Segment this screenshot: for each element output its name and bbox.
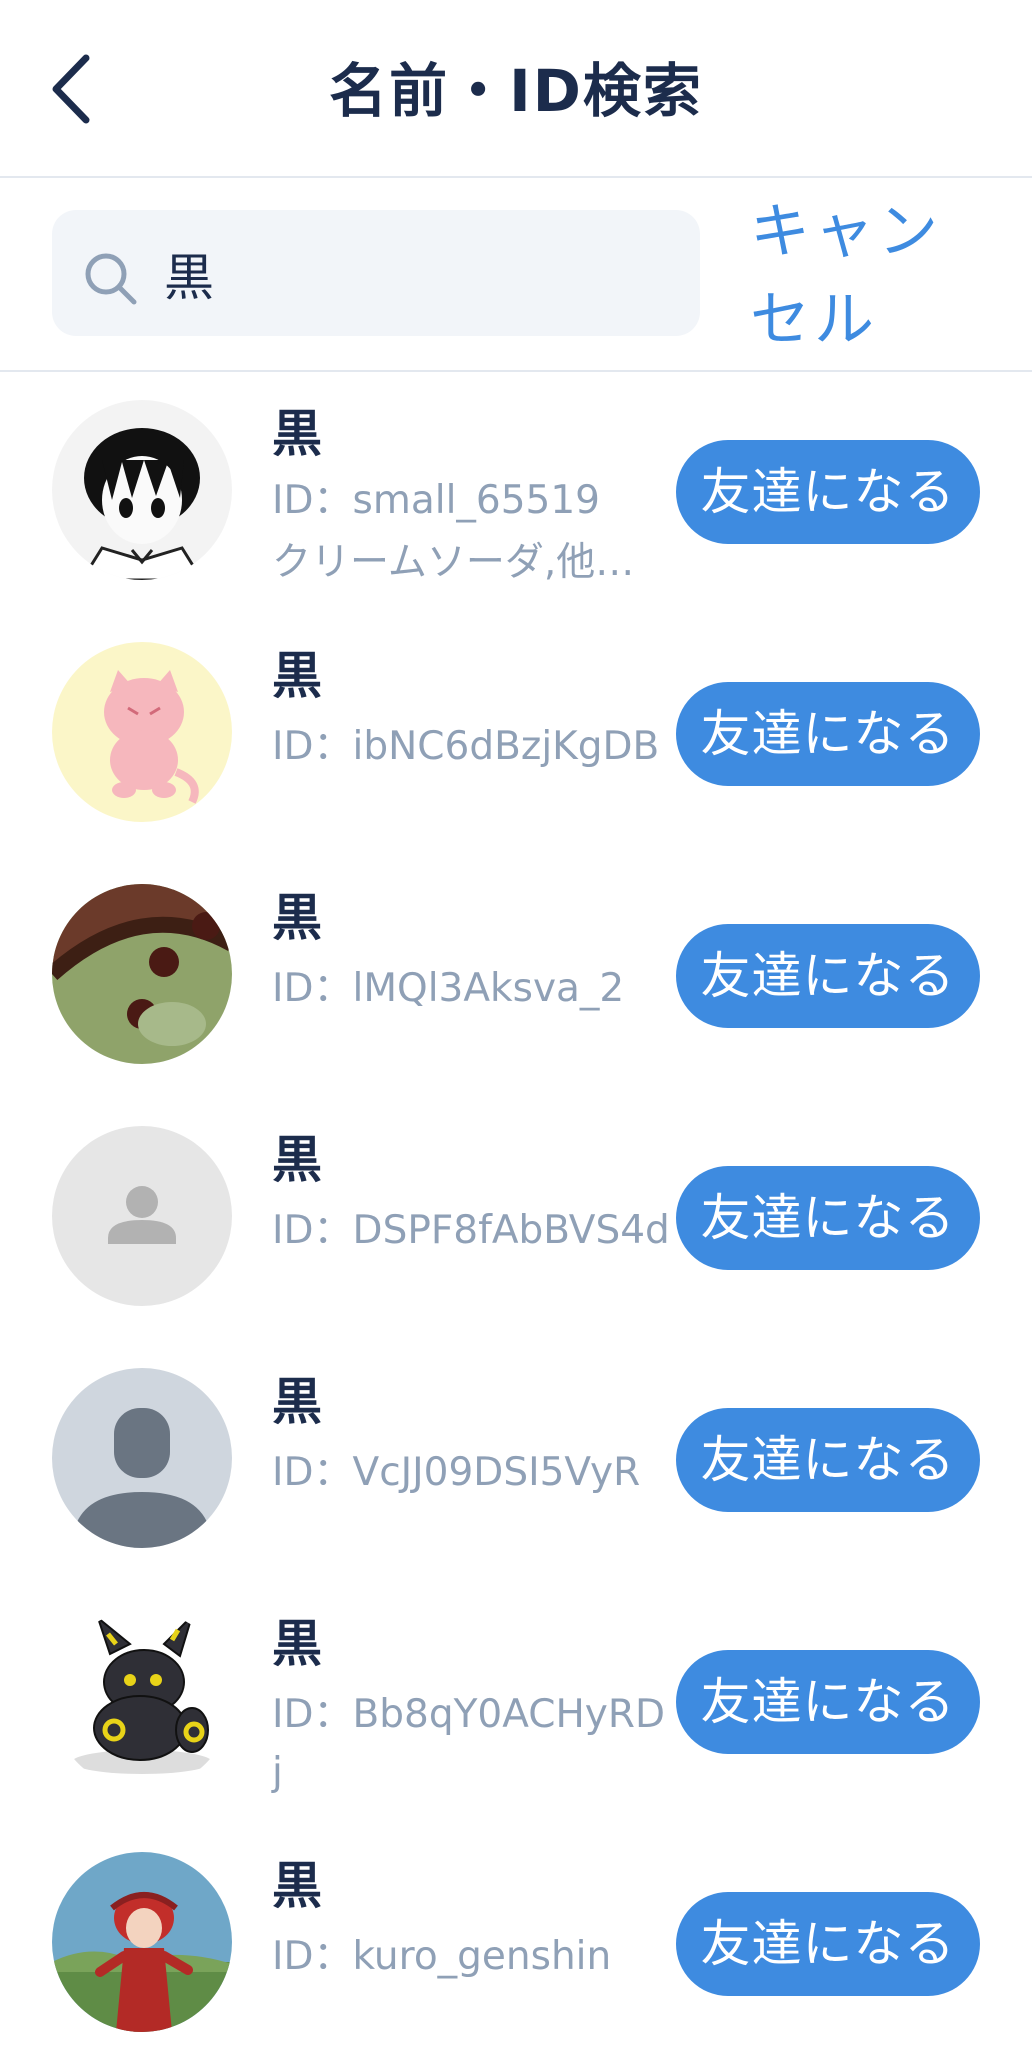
add-friend-button[interactable]: 友達になる xyxy=(676,1650,980,1754)
avatar[interactable] xyxy=(52,884,232,1064)
header: 名前・ID検索 xyxy=(0,0,1032,178)
user-name: 黒 xyxy=(272,889,322,947)
add-friend-button[interactable]: 友達になる xyxy=(676,682,980,786)
user-name: 黒 xyxy=(272,1615,322,1673)
default-avatar-icon xyxy=(52,1126,232,1306)
avatar[interactable] xyxy=(52,1852,232,2032)
user-id: ID：lMQl3Aksva_2 xyxy=(272,966,625,1011)
list-item: 黒 ID：ibNC6dBzjKgDB 友達になる xyxy=(0,614,1032,856)
avatar-image xyxy=(52,400,232,580)
list-item: 黒 ID：VcJJ09DSI5VyR 友達になる xyxy=(0,1340,1032,1582)
avatar-image xyxy=(52,642,232,822)
search-input[interactable] xyxy=(162,228,686,320)
user-id: ID：ibNC6dBzjKgDB xyxy=(272,724,660,769)
user-id: ID：DSPF8fAbBVS4d xyxy=(272,1208,670,1253)
cancel-button[interactable]: キャンセル xyxy=(750,188,990,364)
user-id: ID：small_65519 xyxy=(272,478,600,523)
add-friend-button[interactable]: 友達になる xyxy=(676,1166,980,1270)
page-title: 名前・ID検索 xyxy=(329,57,703,125)
avatar[interactable] xyxy=(52,1126,232,1306)
avatar[interactable] xyxy=(52,400,232,580)
user-id: ID：VcJJ09DSI5VyR xyxy=(272,1450,641,1495)
add-friend-button[interactable]: 友達になる xyxy=(676,440,980,544)
user-id: ID：kuro_genshin xyxy=(272,1934,612,1979)
list-item: 黒 ID：lMQl3Aksva_2 友達になる xyxy=(0,856,1032,1098)
results-list: 黒 ID：small_65519 クリームソーダ,他… 友達になる 黒 ID：i… xyxy=(0,372,1032,2066)
user-name: 黒 xyxy=(272,647,322,705)
list-item: 黒 ID：kuro_genshin 友達になる xyxy=(0,1824,1032,2066)
avatar[interactable] xyxy=(52,1610,232,1790)
user-id: ID：Bb8qY0ACHyRDj xyxy=(272,1692,666,1795)
default-avatar-icon xyxy=(52,1368,232,1548)
avatar-image xyxy=(52,884,232,1064)
user-name: 黒 xyxy=(272,1373,322,1431)
add-friend-button[interactable]: 友達になる xyxy=(676,1408,980,1512)
user-tags: クリームソーダ,他… xyxy=(272,540,635,585)
avatar[interactable] xyxy=(52,642,232,822)
list-item: 黒 ID：small_65519 クリームソーダ,他… 友達になる xyxy=(0,372,1032,614)
avatar-image xyxy=(52,1852,232,2032)
add-friend-button[interactable]: 友達になる xyxy=(676,924,980,1028)
avatar[interactable] xyxy=(52,1368,232,1548)
user-name: 黒 xyxy=(272,1857,322,1915)
user-name: 黒 xyxy=(272,1131,322,1189)
search-icon xyxy=(85,253,137,305)
avatar-image xyxy=(52,1610,232,1790)
list-item: 黒 ID：Bb8qY0ACHyRDj 友達になる xyxy=(0,1582,1032,1824)
list-item: 黒 ID：DSPF8fAbBVS4d 友達になる xyxy=(0,1098,1032,1340)
search-box[interactable] xyxy=(52,210,700,336)
add-friend-button[interactable]: 友達になる xyxy=(676,1892,980,1996)
user-name: 黒 xyxy=(272,405,322,463)
search-bar: キャンセル xyxy=(0,178,1032,372)
